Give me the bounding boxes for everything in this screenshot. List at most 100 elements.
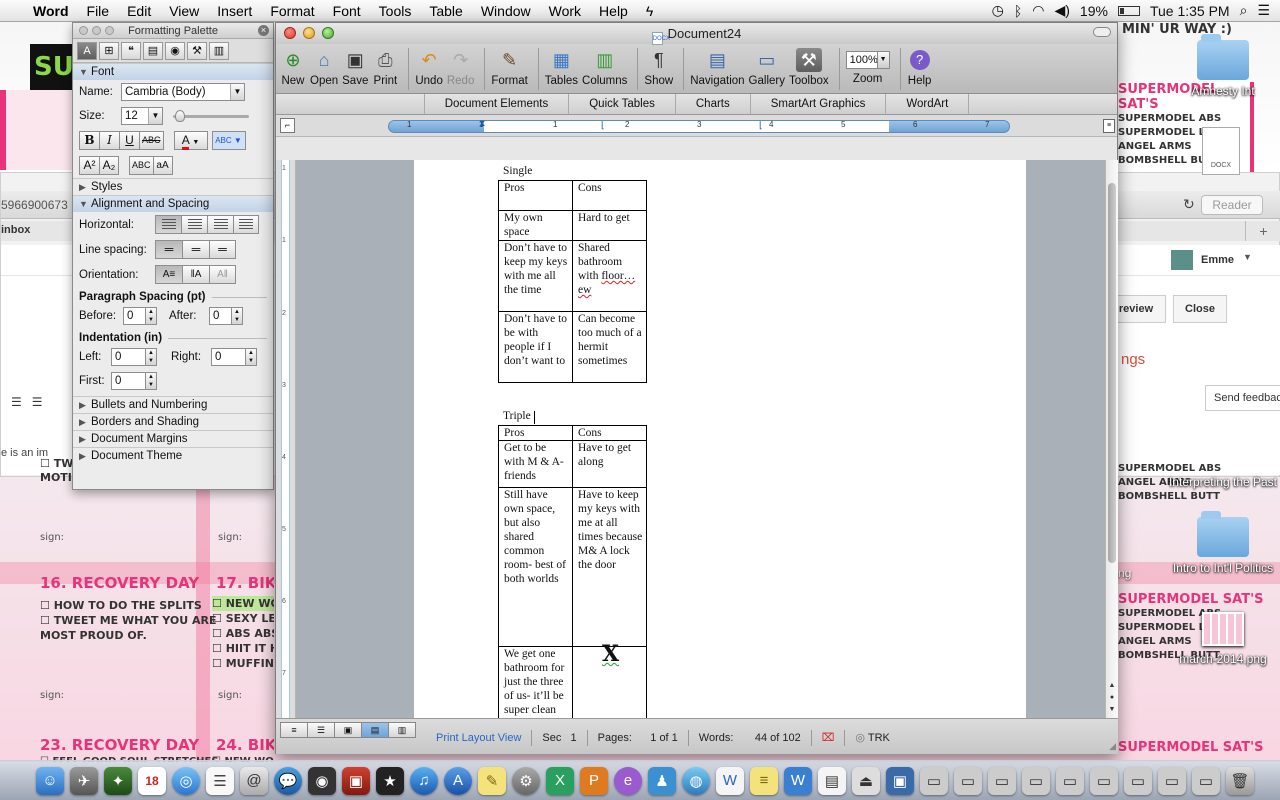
menu-clock[interactable]: Tue 1:35 PM xyxy=(1150,3,1230,19)
resize-grip-icon[interactable]: ◢ xyxy=(1109,741,1116,752)
triple-heading[interactable]: Triple xyxy=(503,410,531,422)
window-titlebar[interactable]: DOCXDocument24 xyxy=(276,23,1117,45)
font-color-button[interactable]: A ▼ xyxy=(173,131,208,150)
vertical-ruler[interactable]: 1 1 2 3 4 5 6 7 xyxy=(276,160,296,718)
slider-thumb[interactable] xyxy=(175,110,185,122)
publishing-view-icon[interactable]: ▣ xyxy=(334,722,362,738)
palette-min-dot-icon[interactable] xyxy=(92,26,101,35)
bold-icon[interactable]: B xyxy=(79,131,99,150)
minimized-window-icon[interactable]: ▭ xyxy=(1022,766,1050,795)
show-button[interactable]: ¶ Show xyxy=(644,48,673,88)
palette-close-icon[interactable]: × xyxy=(258,25,269,36)
file-icon[interactable]: ▤ xyxy=(818,766,846,795)
stepper-arrows-icon[interactable]: ▲ ▼ xyxy=(145,372,157,390)
pages-status[interactable]: Pages: 1 of 1 xyxy=(586,730,688,746)
undo-button[interactable]: ↶ Undo xyxy=(415,48,443,88)
time-machine-icon[interactable]: ◷ xyxy=(992,2,1004,19)
scroll-down-icon[interactable]: ▼ xyxy=(1107,704,1117,716)
app-store-icon[interactable]: A xyxy=(444,766,472,795)
minimized-window-icon[interactable]: ▭ xyxy=(954,766,982,795)
script-menu-icon[interactable]: ϟ xyxy=(637,3,662,19)
word-icon[interactable]: W xyxy=(784,766,812,795)
menu-work[interactable]: Work xyxy=(540,3,590,19)
document-page[interactable]: Single Pros Cons My own space Hard to get … xyxy=(414,160,1026,718)
print-layout-view-icon[interactable]: ▤ xyxy=(361,722,389,738)
table-cell[interactable]: Have to get along xyxy=(572,440,647,488)
minimized-window-icon[interactable]: ▭ xyxy=(1090,766,1118,795)
print-button[interactable]: ⎙ Print xyxy=(372,48,398,88)
first-indent-field[interactable]: 0 ▲ ▼ xyxy=(111,372,157,390)
table-row[interactable]: Still have own space, but also shared co… xyxy=(498,487,647,647)
minimized-window-icon[interactable]: ▭ xyxy=(920,766,948,795)
zoom-window-icon[interactable] xyxy=(322,27,334,39)
table-row[interactable]: We get one bathroom for just the three o… xyxy=(498,643,647,718)
table-row[interactable]: Don’t have to keep my keys with me all t… xyxy=(498,240,647,312)
palette-section-font[interactable]: ▼ Font xyxy=(73,63,273,80)
italic-icon[interactable]: I xyxy=(99,131,119,150)
docx-file-icon[interactable]: DOCX xyxy=(1202,127,1240,175)
format-painter-button[interactable]: ✎ Format xyxy=(491,48,527,88)
menu-tools[interactable]: Tools xyxy=(370,3,421,19)
help-button[interactable]: ? Help xyxy=(907,48,933,87)
system-preferences-icon[interactable]: ⚙ xyxy=(512,766,540,795)
split-view-icon[interactable]: ≡ xyxy=(1103,119,1115,133)
menu-font[interactable]: Font xyxy=(324,3,370,19)
table-cell[interactable]: Don’t have to be with people if I don’t … xyxy=(498,311,573,383)
table-cell[interactable]: Pros xyxy=(498,180,573,211)
desktop-icon-intro[interactable]: Intro to Int'l Politics xyxy=(1168,511,1278,575)
chevron-down-icon[interactable]: ▼ xyxy=(148,108,162,124)
table-cell[interactable]: Have to keep my keys with me at all time… xyxy=(572,487,647,647)
tab-charts[interactable]: Charts xyxy=(674,94,750,114)
single-heading[interactable]: Single xyxy=(503,165,532,177)
left-indent-field[interactable]: 0 ▲ ▼ xyxy=(111,348,157,366)
toolbar-toggle-icon[interactable] xyxy=(1093,27,1111,37)
palette-section-margins[interactable]: ▶ Document Margins xyxy=(73,430,273,447)
scroll-up-icon[interactable]: ▲ xyxy=(1107,680,1117,692)
stepper-arrows-icon[interactable]: ▲ ▼ xyxy=(145,348,157,366)
minimize-window-icon[interactable] xyxy=(303,27,315,39)
tab-smartart-graphics[interactable]: SmartArt Graphics xyxy=(749,94,886,114)
columns-button[interactable]: ▥ Columns xyxy=(582,48,627,88)
bluetooth-icon[interactable]: ᛒ xyxy=(1014,3,1022,19)
right-indent-field[interactable]: 0 ▲ ▼ xyxy=(211,348,257,366)
underline-icon[interactable]: U xyxy=(119,131,139,150)
stickies-icon[interactable]: ✎ xyxy=(478,766,506,795)
stepper-arrows-icon[interactable]: ▲ ▼ xyxy=(231,307,243,325)
table-cell[interactable]: Hard to get xyxy=(572,210,647,241)
menu-view[interactable]: View xyxy=(160,3,208,19)
menu-format[interactable]: Format xyxy=(261,3,323,19)
single-pros-cons-table[interactable]: Pros Cons My own space Hard to get Don’t h… xyxy=(498,180,647,383)
tab-quick-tables[interactable]: Quick Tables xyxy=(568,94,675,114)
palette-section-theme[interactable]: ▶ Document Theme xyxy=(73,447,273,464)
toolbox-settings-tab-icon[interactable]: ▥ xyxy=(209,41,229,60)
desktop-icon-interpreting[interactable]: Interpreting the Past xyxy=(1168,475,1278,489)
palette-section-borders[interactable]: ▶ Borders and Shading xyxy=(73,413,273,430)
notes-icon[interactable]: ≡ xyxy=(750,766,778,795)
table-row[interactable]: Pros Cons xyxy=(498,180,647,211)
table-cell[interactable]: Cons xyxy=(572,425,647,441)
itunes-icon[interactable]: ♫ xyxy=(410,766,438,795)
track-changes-status[interactable]: ◎ TRK xyxy=(844,730,899,746)
draft-view-icon[interactable]: ≡ xyxy=(280,722,308,738)
table-row[interactable]: Get to be with M & A-friends Have to get … xyxy=(498,440,647,488)
tab-wordart[interactable]: WordArt xyxy=(885,94,970,114)
facetime-icon[interactable]: ◉ xyxy=(308,766,336,795)
zoom-select[interactable]: 100% ▼ xyxy=(845,51,890,69)
reference-tools-tab-icon[interactable]: ◉ xyxy=(165,41,185,60)
preview-icon[interactable]: ▣ xyxy=(886,766,914,795)
menu-file[interactable]: File xyxy=(78,3,119,19)
table-row[interactable]: Don’t have to be with people if I don’t … xyxy=(498,311,647,383)
notebook-view-icon[interactable]: ▥ xyxy=(388,722,416,738)
word-document-icon[interactable]: W xyxy=(716,766,744,795)
table-cell[interactable]: My own space xyxy=(498,210,573,241)
indent-marker-icon[interactable]: ⧗ xyxy=(479,118,485,129)
scrapbook-tab-icon[interactable]: ▤ xyxy=(143,41,163,60)
chevron-down-icon[interactable]: ▼ xyxy=(876,52,889,68)
stepper-arrows-icon[interactable]: ▲ ▼ xyxy=(245,348,257,366)
close-window-icon[interactable] xyxy=(284,27,296,39)
powerpoint-icon[interactable]: P xyxy=(580,766,608,795)
table-row[interactable]: Pros Cons xyxy=(498,425,647,441)
tab-selector-icon[interactable]: ⌐ xyxy=(280,118,295,133)
browse-object-icon[interactable]: ● xyxy=(1107,692,1117,704)
palette-zoom-dot-icon[interactable] xyxy=(105,26,114,35)
